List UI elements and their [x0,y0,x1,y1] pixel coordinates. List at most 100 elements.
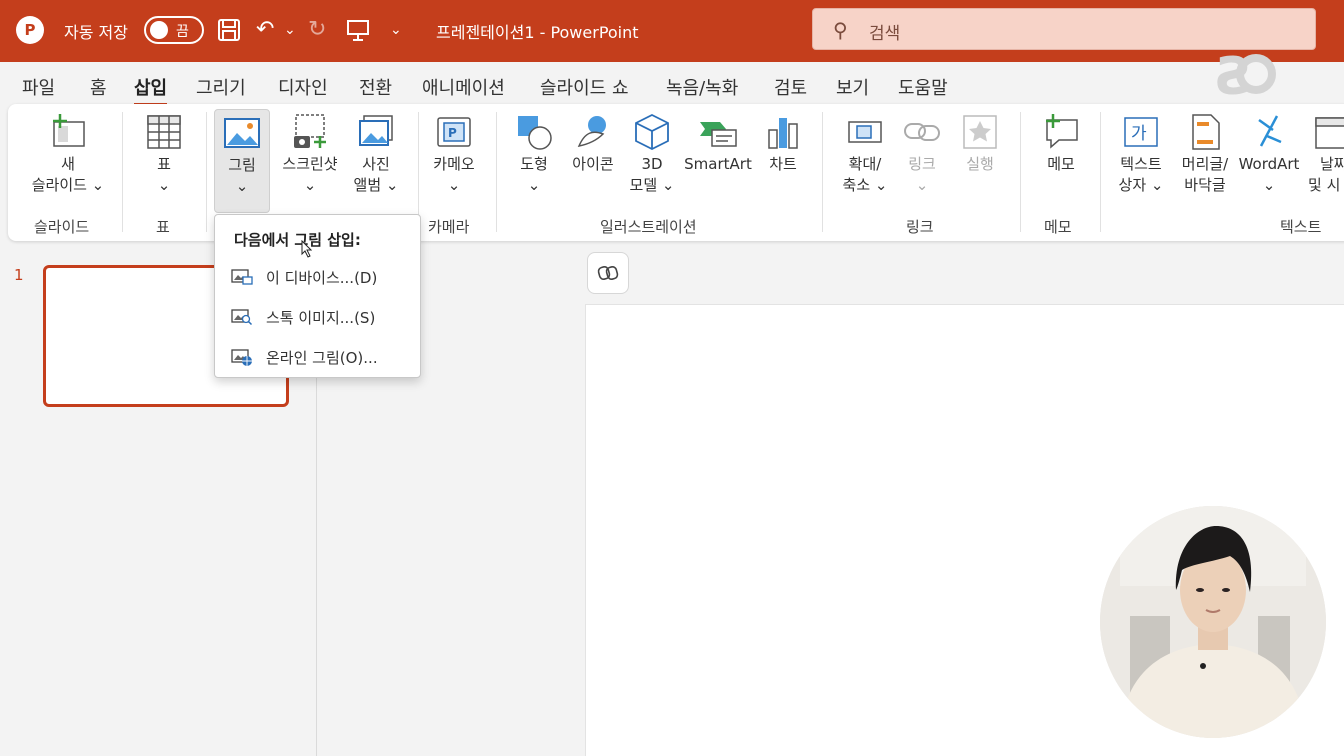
chart-button[interactable]: 차트 [756,112,810,175]
tab-review[interactable]: 검토 [774,74,807,100]
screenshot-icon [294,114,326,148]
device-picture-icon [231,269,253,285]
tab-transitions[interactable]: 전환 [359,74,392,100]
powerpoint-logo-icon: P [16,16,44,44]
undo-dropdown-icon[interactable]: ⌄ [284,16,296,44]
picture-label: 그림 [228,156,256,174]
table-label: 표 [157,155,171,173]
menu-item-online-pictures[interactable]: 온라인 그림(O)... [229,341,419,373]
redo-icon[interactable]: ↻ [308,16,326,44]
copilot-button[interactable] [587,252,629,294]
cameo-button[interactable]: P 카메오 ⌄ [424,112,484,196]
photo-album-label-1: 사진 [362,155,390,173]
cameo-label: 카메오 [433,155,475,173]
search-placeholder: 검색 [869,24,901,44]
smartart-button[interactable]: SmartArt [684,112,752,175]
separator [1020,112,1021,232]
action-button[interactable]: 실행 [954,112,1006,175]
datetime-button[interactable]: 날짜 및 시 [1306,112,1344,196]
tab-file[interactable]: 파일 [22,74,55,100]
header-footer-label-2: 바닥글 [1184,176,1226,194]
new-slide-label-1: 새 [61,155,75,173]
zoom-icon [848,121,882,143]
zoom-button[interactable]: 확대/ 축소 ⌄ [834,112,896,196]
icons-icon [577,116,606,148]
calendar-icon [1315,117,1344,149]
group-label-tables: 표 [156,218,170,236]
shapes-label: 도형 [520,155,548,173]
menu-item-this-device[interactable]: 이 디바이스...(D) [229,261,419,293]
action-label: 실행 [966,155,994,173]
wordart-button[interactable]: WordArt ⌄ [1236,112,1302,196]
photo-album-button[interactable]: 사진 앨범 ⌄ [346,112,406,196]
undo-icon[interactable]: ↶ [256,16,274,44]
textbox-label-2: 상자 ⌄ [1118,176,1164,194]
header-footer-icon [1192,114,1220,150]
tab-view[interactable]: 보기 [836,74,869,100]
window-title: 프레젠테이션1 - PowerPoint [436,23,639,42]
3d-model-icon [635,113,669,151]
search-icon: ⚲ [833,18,848,42]
smartart-icon [700,122,737,147]
shapes-dropdown-arrow: ⌄ [527,176,541,194]
tab-home[interactable]: 홈 [90,74,107,100]
presenter-video-image [1100,506,1326,738]
tab-slideshow[interactable]: 슬라이드 쇼 [540,74,629,100]
new-slide-icon [53,114,85,147]
new-slide-button[interactable]: 새 슬라이드 ⌄ [22,112,114,196]
tab-help[interactable]: 도움말 [898,74,948,100]
new-slide-label-2: 슬라이드 ⌄ [31,176,105,194]
3d-models-button[interactable]: 3D 모델 ⌄ [622,112,682,196]
cameo-icon: P [437,117,471,147]
link-label: 링크 [908,155,936,173]
group-label-comments: 메모 [1044,218,1072,236]
header-footer-button[interactable]: 머리글/ 바닥글 [1172,112,1238,196]
textbox-button[interactable]: 가 텍스트 상자 ⌄ [1110,112,1172,196]
table-dropdown-arrow: ⌄ [157,176,171,194]
group-label-links: 링크 [906,218,934,236]
toggle-knob [150,21,168,39]
wordart-icon [1258,115,1282,147]
3d-models-label-1: 3D [641,155,663,173]
autosave-label: 자동 저장 [64,23,128,42]
tab-insert[interactable]: 삽입 [134,74,168,106]
screenshot-label: 스크린샷 [282,155,338,173]
link-button[interactable]: 링크 ⌄ [896,112,948,196]
autosave-toggle[interactable]: 끔 [144,16,204,44]
mouse-cursor-icon [301,240,312,258]
shapes-button[interactable]: 도형 ⌄ [506,112,562,196]
picture-button[interactable]: 그림 ⌄ [214,109,270,213]
header-footer-label-1: 머리글/ [1181,155,1229,173]
save-icon[interactable] [217,16,241,44]
group-label-illustrations: 일러스트레이션 [600,218,697,236]
tab-design[interactable]: 디자인 [278,74,328,100]
present-from-start-icon[interactable] [346,16,370,44]
title-bar: P 자동 저장 끔 ↶ ⌄ ↻ ⌄ 프레젠테이션1 - PowerPoint ⚲… [0,0,1344,62]
tab-draw[interactable]: 그리기 [196,74,246,100]
group-label-slides: 슬라이드 [34,218,90,236]
separator [1100,112,1101,232]
comment-label: 메모 [1047,155,1075,173]
cameo-dropdown-arrow: ⌄ [447,176,461,194]
customize-toolbar-icon[interactable]: ⌄ [390,16,402,44]
menu-item-stock-images[interactable]: 스톡 이미지...(S) [229,301,419,333]
comment-button[interactable]: 메모 [1032,112,1090,175]
tab-record[interactable]: 녹음/녹화 [666,74,738,100]
link-icon [904,123,940,141]
tab-animations[interactable]: 애니메이션 [422,74,505,100]
separator [122,112,123,232]
zoom-label-2: 축소 ⌄ [842,176,888,194]
icons-button[interactable]: 아이콘 [564,112,622,175]
table-button[interactable]: 표 ⌄ [136,112,192,196]
icons-label: 아이콘 [572,155,614,173]
menu-item-label: 스톡 이미지...(S) [266,309,376,327]
svg-text:가: 가 [1131,124,1147,144]
menu-item-label: 온라인 그림(O)... [266,349,378,367]
chart-label: 차트 [769,155,797,173]
screenshot-button[interactable]: 스크린샷 ⌄ [274,112,346,196]
copilot-icon [597,266,619,280]
chart-icon [768,118,798,149]
picture-icon [224,118,260,148]
3d-models-label-2: 모델 ⌄ [629,176,675,194]
zoom-label-1: 확대/ [848,155,882,173]
